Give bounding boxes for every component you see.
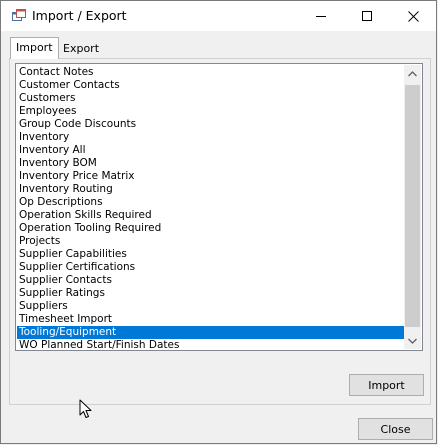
- import-button[interactable]: Import: [349, 374, 424, 396]
- import-export-window: Import / Export Import Export Contact No…: [0, 0, 437, 444]
- list-item[interactable]: Inventory: [17, 131, 405, 144]
- vertical-scrollbar[interactable]: [404, 65, 421, 349]
- list-items: Contact Notes Customer Contacts Customers E…: [17, 66, 405, 350]
- mouse-pointer-icon: [79, 399, 92, 422]
- close-window-button[interactable]: [390, 1, 436, 31]
- title-bar[interactable]: Import / Export: [1, 1, 436, 31]
- list-item[interactable]: Timesheet Import: [17, 313, 405, 326]
- scroll-down-button[interactable]: [404, 332, 421, 349]
- list-item[interactable]: Employees: [17, 105, 405, 118]
- close-icon: [407, 10, 419, 22]
- tab-export[interactable]: Export: [57, 39, 105, 57]
- close-button[interactable]: Close: [358, 418, 433, 440]
- list-item[interactable]: Customer Contacts: [17, 79, 405, 92]
- maximize-button[interactable]: [344, 1, 390, 31]
- maximize-icon: [362, 11, 372, 21]
- list-item[interactable]: Op Descriptions: [17, 196, 405, 209]
- list-item[interactable]: Contact Notes: [17, 66, 405, 79]
- list-item[interactable]: Supplier Certifications: [17, 261, 405, 274]
- list-item[interactable]: Inventory Price Matrix: [17, 170, 405, 183]
- scroll-thumb[interactable]: [405, 85, 420, 327]
- list-item[interactable]: Customers: [17, 92, 405, 105]
- minimize-icon: [316, 11, 326, 21]
- list-item[interactable]: Supplier Capabilities: [17, 248, 405, 261]
- chevron-down-icon: [408, 334, 417, 347]
- list-item[interactable]: Inventory Routing: [17, 183, 405, 196]
- chevron-up-icon: [408, 67, 417, 80]
- import-type-listbox[interactable]: Contact Notes Customer Contacts Customers E…: [15, 63, 423, 351]
- app-window-icon: [12, 9, 26, 23]
- list-item[interactable]: Suppliers: [17, 300, 405, 313]
- list-item[interactable]: Supplier Ratings: [17, 287, 405, 300]
- list-item[interactable]: Operation Tooling Required: [17, 222, 405, 235]
- list-item[interactable]: Group Code Discounts: [17, 118, 405, 131]
- list-item[interactable]: Inventory All: [17, 144, 405, 157]
- list-item[interactable]: Inventory BOM: [17, 157, 405, 170]
- minimize-button[interactable]: [298, 1, 344, 31]
- list-item[interactable]: Projects: [17, 235, 405, 248]
- tab-import[interactable]: Import: [10, 37, 59, 59]
- list-item[interactable]: WO Planned Start/Finish Dates: [17, 339, 405, 350]
- window-title: Import / Export: [32, 8, 127, 23]
- list-item-selected[interactable]: Tooling/Equipment: [17, 326, 405, 339]
- scroll-up-button[interactable]: [404, 65, 421, 82]
- list-item[interactable]: Operation Skills Required: [17, 209, 405, 222]
- list-item[interactable]: Supplier Contacts: [17, 274, 405, 287]
